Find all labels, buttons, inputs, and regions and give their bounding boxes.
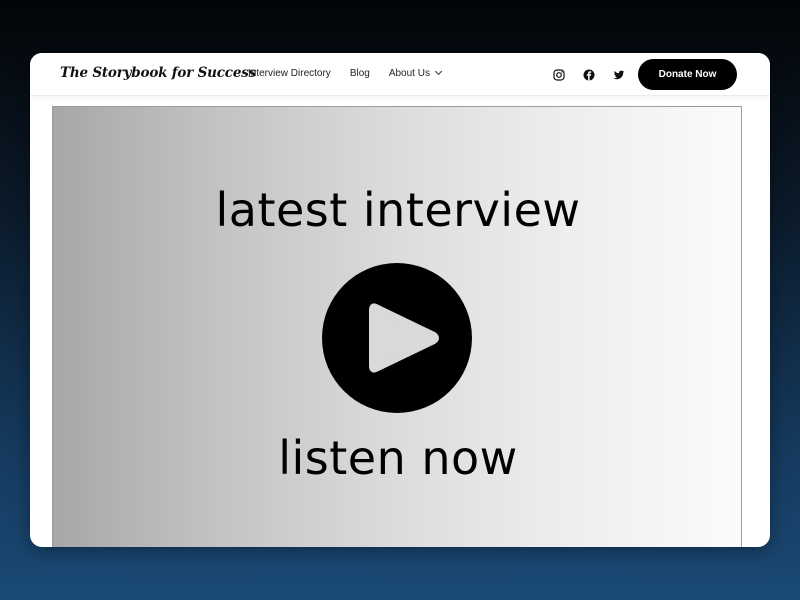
latest-interview-banner[interactable]: latest interview listen now (52, 106, 742, 547)
browser-window: The Storybook for Success Interview Dire… (30, 53, 770, 547)
nav-item-about-us-label: About Us (388, 68, 430, 79)
instagram-icon[interactable] (552, 67, 566, 81)
main-nav: Interview Directory Blog About Us (248, 67, 443, 79)
nav-item-about-us[interactable]: About Us (388, 67, 443, 79)
nav-item-interview-directory[interactable]: Interview Directory (248, 68, 331, 79)
twitter-icon-svg (613, 70, 625, 80)
hero-cta[interactable]: listen now (53, 435, 743, 481)
hero-title: latest interview (215, 183, 581, 237)
site-logo[interactable]: The Storybook for Success (60, 65, 256, 81)
facebook-icon-svg (583, 69, 595, 81)
facebook-icon[interactable] (582, 67, 596, 81)
donate-button[interactable]: Donate Now (638, 59, 737, 90)
instagram-icon-svg (553, 69, 565, 81)
chevron-down-icon (434, 67, 443, 76)
twitter-icon[interactable] (612, 67, 626, 81)
play-button[interactable] (322, 263, 472, 413)
site-header: The Storybook for Success Interview Dire… (30, 53, 770, 96)
play-icon (369, 303, 439, 373)
nav-item-blog[interactable]: Blog (350, 68, 370, 79)
